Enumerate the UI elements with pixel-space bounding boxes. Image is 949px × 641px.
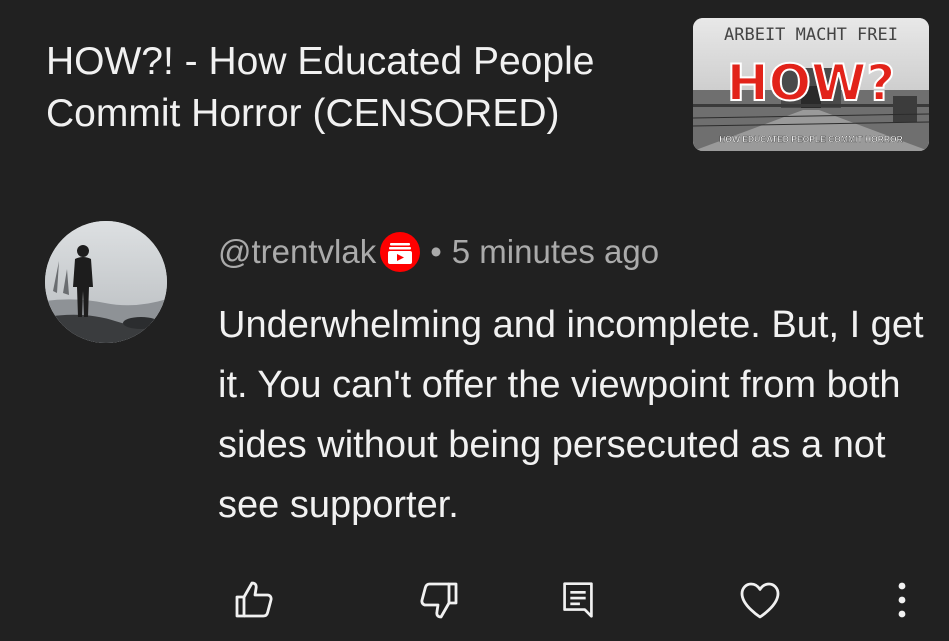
dislike-button[interactable] bbox=[408, 572, 468, 628]
heart-button[interactable] bbox=[730, 572, 790, 628]
comment-text: Underwhelming and incomplete. But, I get… bbox=[218, 304, 924, 526]
more-vert-icon bbox=[898, 582, 906, 618]
video-title[interactable]: HOW?! - How Educated People Commit Horro… bbox=[46, 36, 666, 140]
thumbnail-image: ARBEIT MACHT FREI HOW? HOW EDUCATED PEOP… bbox=[693, 18, 929, 151]
thumbnail-headline: HOW? bbox=[727, 54, 896, 112]
thumbs-down-icon bbox=[420, 582, 458, 619]
like-button[interactable] bbox=[225, 572, 285, 628]
comment-time: 5 minutes ago bbox=[451, 233, 660, 270]
comment-author[interactable]: @trentvlak bbox=[218, 233, 376, 271]
thumbnail-sign-text: ARBEIT MACHT FREI bbox=[724, 25, 898, 45]
thumbs-up-icon bbox=[235, 581, 273, 618]
reply-button[interactable] bbox=[548, 572, 608, 628]
avatar[interactable] bbox=[45, 221, 167, 343]
thumbnail-subline: HOW EDUCATED PEOPLE COMMIT HORROR bbox=[719, 134, 903, 144]
reply-icon bbox=[563, 582, 593, 618]
video-thumbnail[interactable]: ARBEIT MACHT FREI HOW? HOW EDUCATED PEOP… bbox=[693, 18, 929, 151]
more-options-button[interactable] bbox=[872, 572, 932, 628]
creator-badge-icon bbox=[380, 232, 421, 272]
separator-dot: • bbox=[430, 233, 442, 270]
avatar-image bbox=[45, 221, 167, 343]
comment-header: @trentvlak • 5 minutes ago bbox=[218, 228, 659, 276]
heart-icon bbox=[740, 582, 780, 619]
